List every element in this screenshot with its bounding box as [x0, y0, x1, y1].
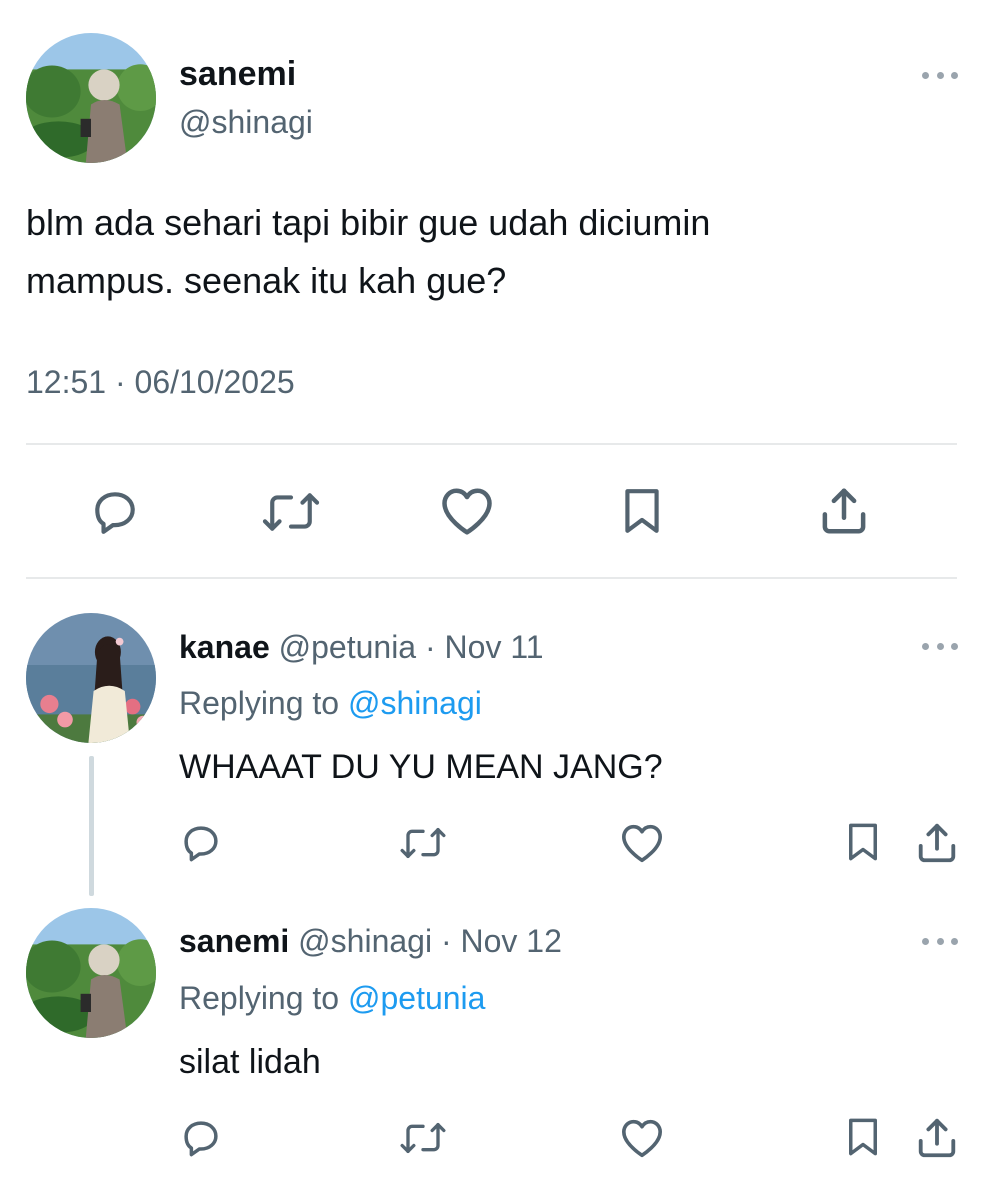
- more-options-icon[interactable]: [922, 639, 958, 653]
- reply-icon[interactable]: [180, 822, 222, 864]
- tweet-timestamp[interactable]: 12:51 · 06/10/2025: [26, 362, 295, 402]
- share-icon[interactable]: [914, 1115, 960, 1161]
- reply-header: kanae @petunia · Nov 11: [179, 627, 544, 667]
- user-handle[interactable]: @shinagi: [298, 923, 432, 959]
- divider: [26, 577, 957, 579]
- thread-line: [89, 756, 94, 896]
- separator-dot: ·: [440, 923, 452, 959]
- replying-label: Replying to: [179, 980, 340, 1016]
- share-icon[interactable]: [914, 820, 960, 866]
- share-icon[interactable]: [817, 484, 871, 538]
- retweet-icon[interactable]: [398, 1118, 448, 1158]
- mention-link[interactable]: @shinagi: [348, 685, 482, 721]
- reply-date[interactable]: Nov 12: [461, 923, 562, 959]
- mention-link[interactable]: @petunia: [348, 980, 485, 1016]
- retweet-icon[interactable]: [260, 487, 322, 537]
- avatar[interactable]: [26, 33, 156, 163]
- display-name[interactable]: sanemi: [179, 923, 289, 959]
- reply-text: silat lidah: [179, 1043, 321, 1081]
- divider: [26, 443, 957, 445]
- reply-icon[interactable]: [180, 1117, 222, 1159]
- more-options-icon[interactable]: [922, 934, 958, 948]
- avatar[interactable]: [26, 613, 156, 743]
- user-handle[interactable]: @shinagi: [179, 102, 313, 142]
- replying-label: Replying to: [179, 685, 340, 721]
- display-name[interactable]: sanemi: [179, 54, 296, 94]
- like-icon[interactable]: [440, 486, 494, 536]
- like-icon[interactable]: [620, 823, 664, 863]
- user-handle[interactable]: @petunia: [279, 629, 416, 665]
- display-name[interactable]: kanae: [179, 629, 270, 665]
- tweet-text-line: blm ada sehari tapi bibir gue udah diciu…: [26, 202, 711, 243]
- tweet-text-line: mampus. seenak itu kah gue?: [26, 260, 507, 301]
- bookmark-icon[interactable]: [842, 820, 884, 864]
- retweet-icon[interactable]: [398, 823, 448, 863]
- replying-to: Replying to @petunia: [179, 978, 485, 1018]
- reply-text: WHAAAT DU YU MEAN JANG?: [179, 748, 663, 786]
- more-options-icon[interactable]: [922, 68, 958, 82]
- like-icon[interactable]: [620, 1118, 664, 1158]
- reply-icon[interactable]: [90, 487, 140, 537]
- reply-header: sanemi @shinagi · Nov 12: [179, 921, 562, 961]
- avatar[interactable]: [26, 908, 156, 1038]
- tweet-text: blm ada sehari tapi bibir gue udah diciu…: [26, 194, 926, 310]
- replying-to: Replying to @shinagi: [179, 683, 482, 723]
- separator-dot: ·: [424, 629, 436, 665]
- reply-date[interactable]: Nov 11: [445, 629, 544, 665]
- bookmark-icon[interactable]: [842, 1115, 884, 1159]
- bookmark-icon[interactable]: [617, 485, 667, 537]
